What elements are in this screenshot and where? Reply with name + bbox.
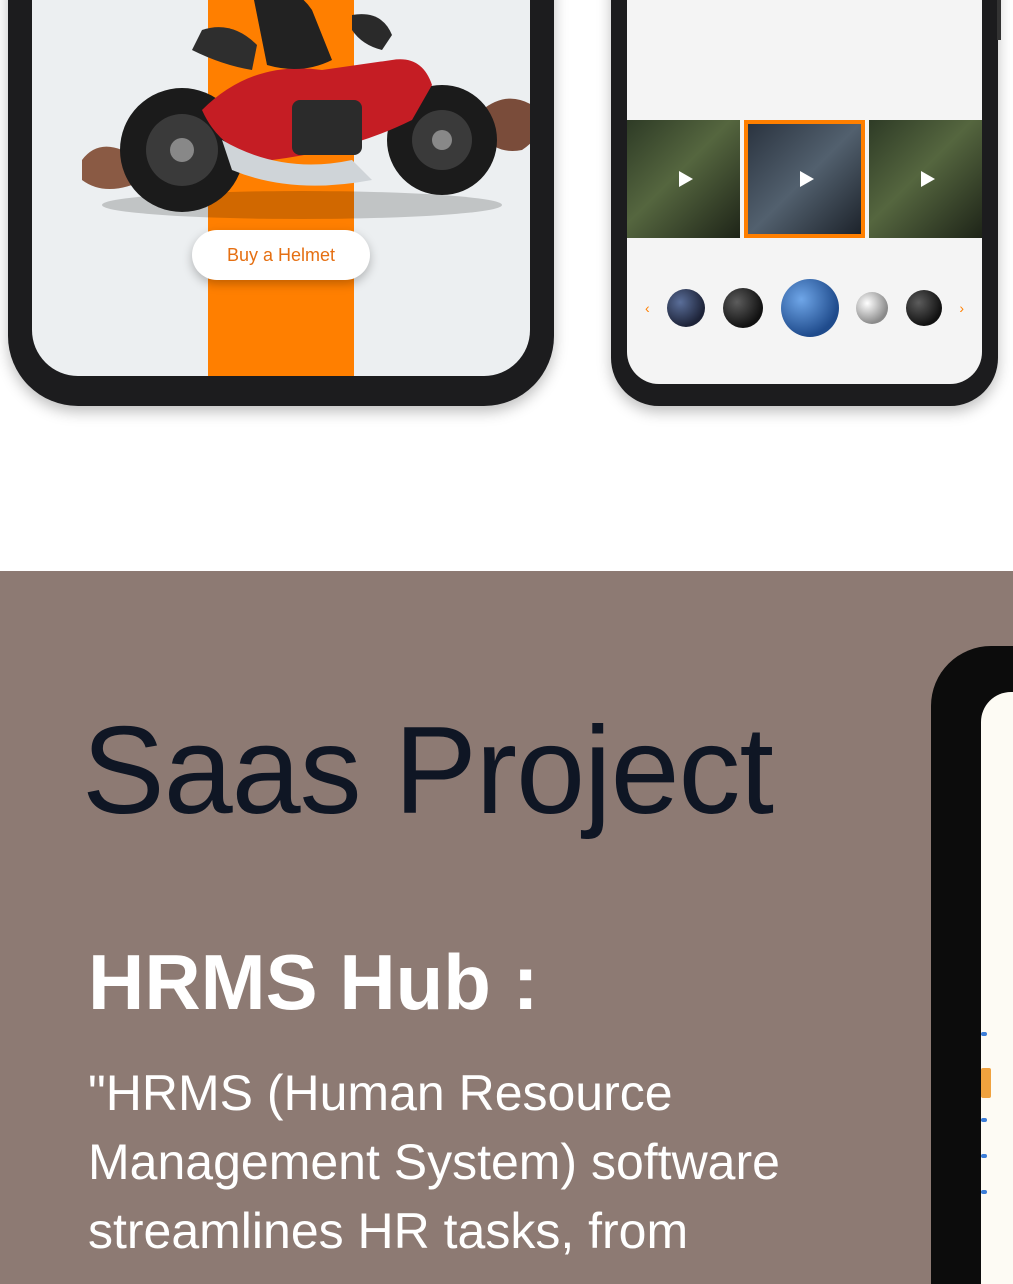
tablet-screen [981,692,1013,1284]
video-gallery [627,120,982,238]
chevron-right-icon[interactable]: › [959,300,964,316]
sidebar-item[interactable] [981,1190,987,1194]
sidebar-item[interactable] [981,1032,987,1036]
sidebar-item-active[interactable] [981,1068,991,1098]
mobile-app-showcase: Buy a Helmet ‹ › [0,0,1013,571]
tablet-mockup [931,646,1013,1284]
video-thumbnail[interactable] [627,120,740,238]
section-heading: Saas Project [82,702,774,840]
about-paragraph [645,5,968,19]
helmet-icon[interactable] [722,288,763,328]
play-icon [799,171,814,187]
helmet-carousel: ‹ › [627,278,982,338]
buy-helmet-button[interactable]: Buy a Helmet [192,230,370,280]
project-description: "HRMS (Human Resource Management System)… [88,1065,780,1259]
helmet-icon[interactable] [905,290,942,326]
video-thumbnail-selected[interactable] [744,120,865,238]
sidebar-menu [981,1032,991,1226]
play-icon [678,171,693,187]
saas-project-section: Saas Project HRMS Hub : "HRMS (Human Res… [0,571,1013,1284]
portfolio-page: Buy a Helmet ‹ › Saas Project HRMS Hub:… [0,0,1013,1284]
sidebar-item[interactable] [981,1154,987,1158]
project-title: HRMS Hub : [88,938,539,1026]
product-app-phone-mockup: ‹ › [611,0,998,406]
helmet-app-screen: Buy a Helmet [32,0,530,376]
helmet-icon[interactable] [780,279,839,337]
helmet-icon[interactable] [856,292,889,324]
helmet-app-phone-mockup: Buy a Helmet [8,0,554,406]
helmet-icon[interactable] [667,289,706,327]
product-app-screen: ‹ › [627,0,982,384]
motorcycle-image [82,0,530,219]
sidebar-item[interactable] [981,1118,987,1122]
play-icon [920,171,935,187]
chevron-left-icon[interactable]: ‹ [645,300,650,316]
phone-side-button [997,0,1001,40]
video-thumbnail[interactable] [869,120,982,238]
